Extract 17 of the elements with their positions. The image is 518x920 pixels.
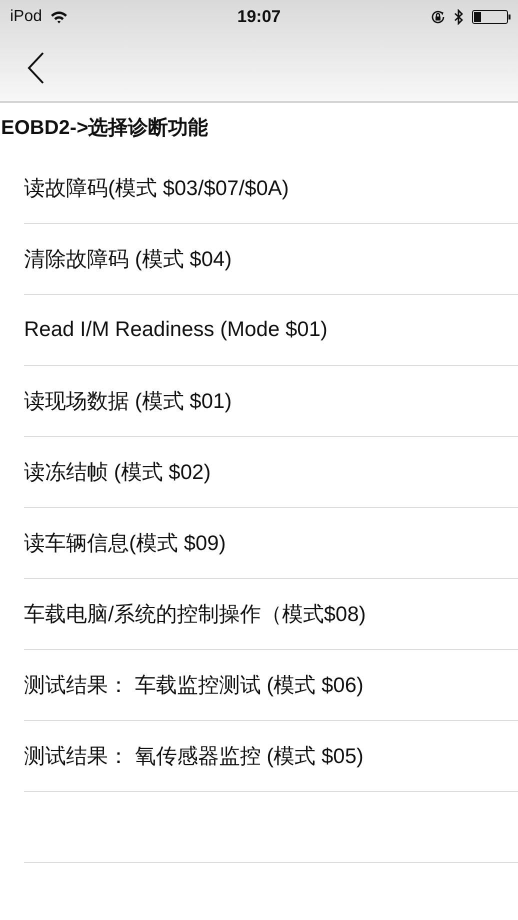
menu-item[interactable]: 测试结果： 氧传感器监控 (模式 $05) [24, 742, 364, 770]
menu-item[interactable]: 车载电脑/系统的控制操作（模式$08) [24, 600, 366, 628]
battery-icon [472, 10, 512, 24]
menu-item[interactable]: 测试结果： 车载监控测试 (模式 $06) [24, 671, 364, 699]
bluetooth-icon [454, 9, 464, 25]
page-title: EOBD2->选择诊断功能 [0, 116, 210, 141]
menu-item[interactable]: Read I/M Readiness (Mode $01) [24, 318, 328, 342]
wifi-icon [50, 10, 68, 24]
menu-item[interactable]: 清除故障码 (模式 $04) [24, 245, 232, 273]
menu-item[interactable]: 读现场数据 (模式 $01) [24, 387, 232, 415]
menu-item[interactable]: 读故障码(模式 $03/$07/$0A) [24, 174, 289, 202]
menu-item[interactable]: 读车辆信息(模式 $09) [24, 529, 226, 557]
back-icon[interactable] [26, 50, 46, 84]
carrier-name: iPod [10, 8, 42, 26]
rotation-lock-icon [430, 9, 446, 25]
menu-item[interactable]: 读冻结帧 (模式 $02) [24, 458, 211, 486]
clock-time: 19:07 [237, 7, 281, 27]
